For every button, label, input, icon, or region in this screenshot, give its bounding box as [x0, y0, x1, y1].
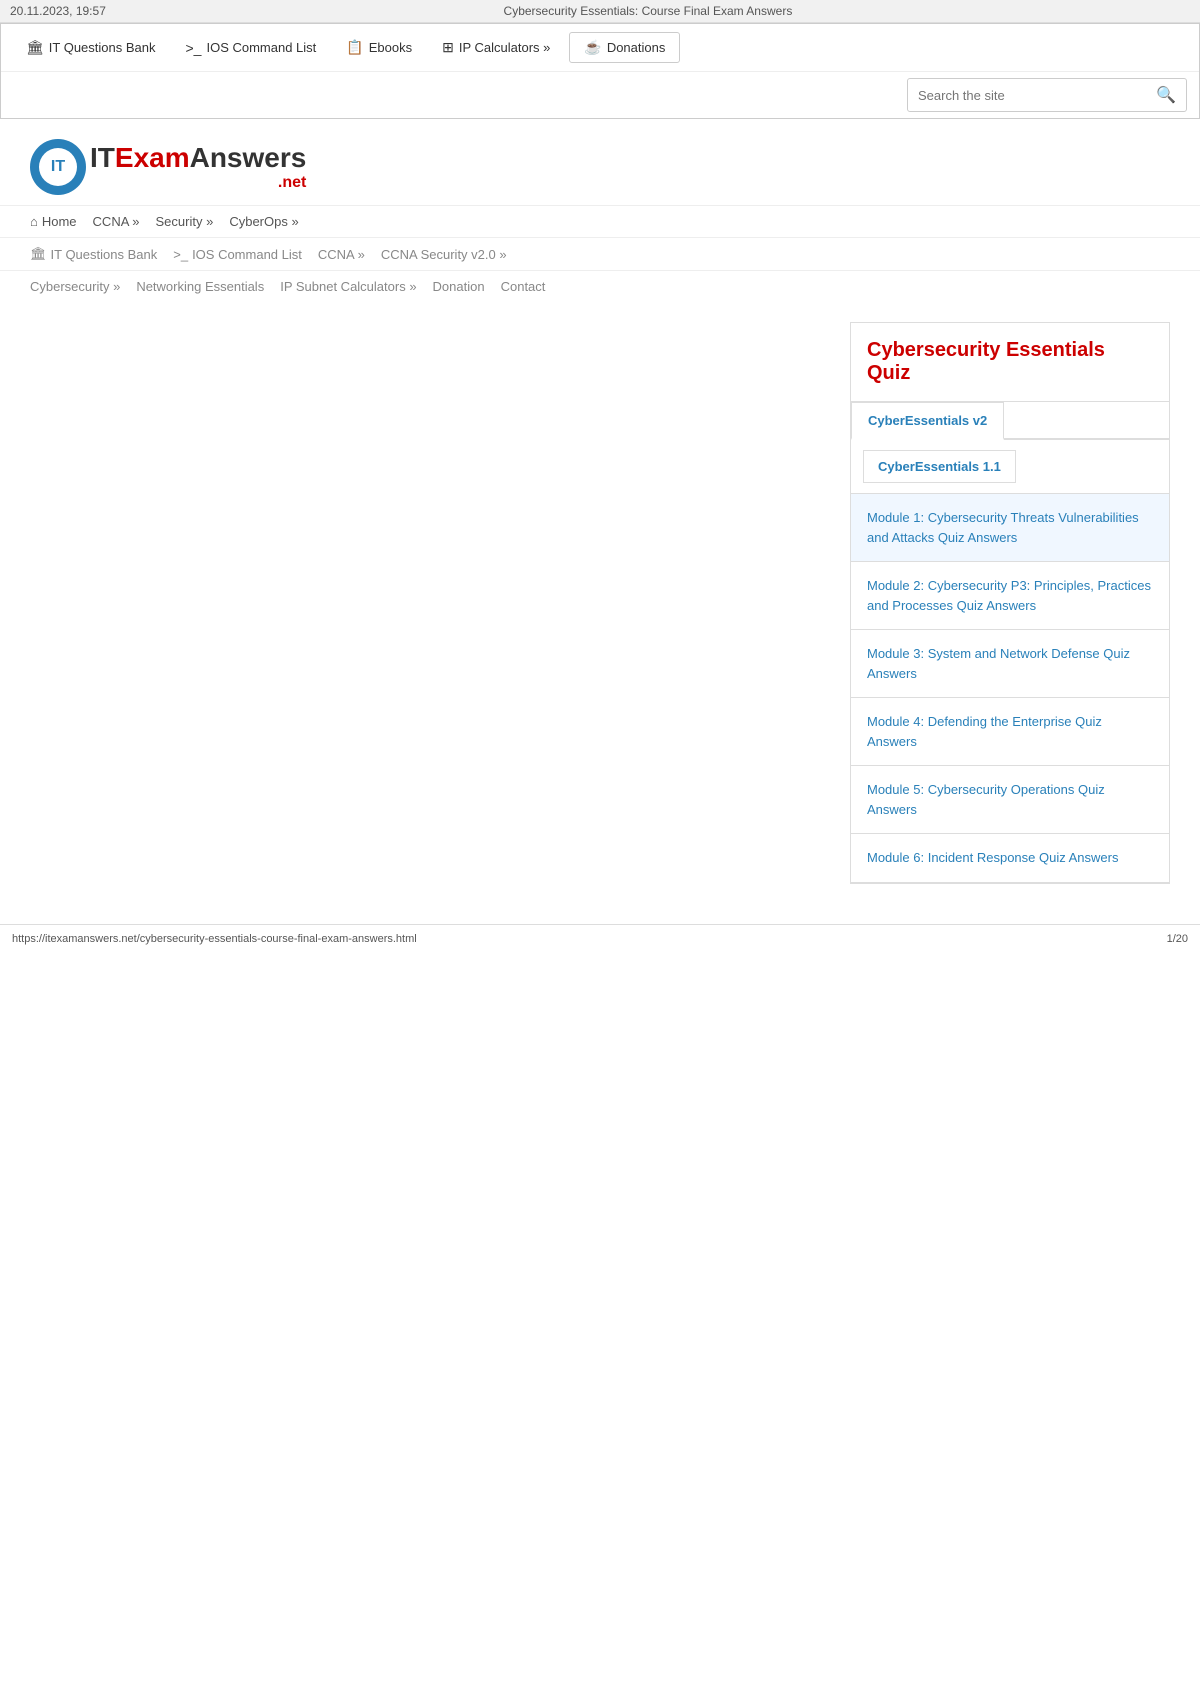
- logo-container: IT IT Exam Answers .net: [30, 139, 1170, 195]
- terminal-icon: >_: [186, 40, 202, 56]
- search-container: 🔍: [907, 78, 1187, 112]
- logo-text-block: IT Exam Answers .net: [90, 142, 306, 192]
- logo-net-row: .net: [90, 174, 306, 192]
- nav-it-questions-bank[interactable]: 🏛 IT Questions Bank: [13, 32, 169, 63]
- nav-label-bank: IT Questions Bank: [49, 40, 156, 55]
- nav-ebooks[interactable]: 📋 Ebooks: [333, 32, 425, 63]
- top-bar: 🏛 IT Questions Bank >_ IOS Command List …: [0, 23, 1200, 119]
- logo-circle: IT: [30, 139, 86, 195]
- nav-contact[interactable]: Contact: [501, 279, 546, 294]
- module-link-3[interactable]: Module 3: System and Network Defense Qui…: [867, 646, 1130, 681]
- logo-area: IT IT Exam Answers .net: [0, 119, 1200, 205]
- nav-home[interactable]: ⌂ Home: [30, 214, 77, 229]
- nav-it-questions[interactable]: 🏛 IT Questions Bank: [30, 246, 157, 262]
- logo-answers-text: Answers: [190, 142, 307, 174]
- browser-timestamp: 20.11.2023, 19:57: [10, 4, 106, 18]
- main-nav-row3: Cybersecurity » Networking Essentials IP…: [0, 270, 1200, 302]
- main-content: Cybersecurity Essentials Quiz CyberEssen…: [0, 302, 1200, 904]
- module-item-5[interactable]: Module 5: Cybersecurity Operations Quiz …: [851, 766, 1169, 834]
- logo-it-text: IT: [90, 142, 115, 174]
- nav-ip-subnet[interactable]: IP Subnet Calculators »: [280, 279, 416, 294]
- left-panel: [30, 322, 830, 884]
- module-item-1[interactable]: Module 1: Cybersecurity Threats Vulnerab…: [851, 494, 1169, 562]
- search-button[interactable]: 🔍: [1146, 79, 1186, 111]
- logo-icon: IT: [30, 139, 86, 195]
- home-icon: ⌂: [30, 214, 38, 229]
- nav-donation[interactable]: Donation: [433, 279, 485, 294]
- top-bar-row1: 🏛 IT Questions Bank >_ IOS Command List …: [1, 24, 1199, 71]
- browser-title: Cybersecurity Essentials: Course Final E…: [504, 4, 793, 18]
- logo-net-text: .net: [278, 174, 306, 191]
- main-nav-row1: ⌂ Home CCNA » Security » CyberOps »: [0, 205, 1200, 237]
- module-list: Module 1: Cybersecurity Threats Vulnerab…: [851, 494, 1169, 883]
- module-item-4[interactable]: Module 4: Defending the Enterprise Quiz …: [851, 698, 1169, 766]
- tab-row: CyberEssentials v2: [851, 402, 1169, 440]
- bank-icon: 🏛: [26, 39, 44, 56]
- nav-cyberops[interactable]: CyberOps »: [229, 214, 298, 229]
- nav-label-donations: Donations: [607, 40, 666, 55]
- module-item-6[interactable]: Module 6: Incident Response Quiz Answers: [851, 834, 1169, 883]
- quiz-widget: Cybersecurity Essentials Quiz CyberEssen…: [850, 322, 1170, 884]
- nav-ios-command[interactable]: >_ IOS Command List: [173, 33, 330, 63]
- footer-url: https://itexamanswers.net/cybersecurity-…: [12, 933, 417, 945]
- module-link-1[interactable]: Module 1: Cybersecurity Threats Vulnerab…: [867, 510, 1139, 545]
- nav-label-ebooks: Ebooks: [369, 40, 412, 55]
- bank-icon-2: 🏛: [30, 246, 47, 262]
- quiz-widget-title: Cybersecurity Essentials Quiz: [851, 323, 1169, 402]
- nav-label-ios: IOS Command List: [206, 40, 316, 55]
- module-link-4[interactable]: Module 4: Defending the Enterprise Quiz …: [867, 714, 1102, 749]
- nav-cybersecurity[interactable]: Cybersecurity »: [30, 279, 120, 294]
- footer-page: 1/20: [1167, 933, 1188, 945]
- nav-ccna-2[interactable]: CCNA »: [318, 247, 365, 262]
- subtab-row: CyberEssentials 1.1: [851, 440, 1169, 494]
- subtab-cyberessentials-11[interactable]: CyberEssentials 1.1: [863, 450, 1016, 483]
- nav-ccna-security[interactable]: CCNA Security v2.0 »: [381, 247, 507, 262]
- top-bar-search-row: 🔍: [1, 71, 1199, 118]
- coffee-icon: ☕: [584, 39, 601, 56]
- nav-security[interactable]: Security »: [156, 214, 214, 229]
- ebook-icon: 📋: [346, 39, 363, 56]
- tab-cyberessentials-v2[interactable]: CyberEssentials v2: [851, 402, 1004, 440]
- browser-chrome: 20.11.2023, 19:57 Cybersecurity Essentia…: [0, 0, 1200, 23]
- module-link-6[interactable]: Module 6: Incident Response Quiz Answers: [867, 850, 1118, 865]
- nav-ip-calculators[interactable]: ⊞ IP Calculators »: [429, 32, 563, 63]
- right-panel: Cybersecurity Essentials Quiz CyberEssen…: [850, 322, 1170, 884]
- module-link-2[interactable]: Module 2: Cybersecurity P3: Principles, …: [867, 578, 1151, 613]
- nav-label-ip: IP Calculators »: [459, 40, 551, 55]
- module-item-2[interactable]: Module 2: Cybersecurity P3: Principles, …: [851, 562, 1169, 630]
- logo-exam-text: Exam: [115, 142, 190, 174]
- main-nav-row2: 🏛 IT Questions Bank >_ IOS Command List …: [0, 237, 1200, 270]
- nav-networking-essentials[interactable]: Networking Essentials: [136, 279, 264, 294]
- nav-ccna[interactable]: CCNA »: [93, 214, 140, 229]
- nav-ios-cmd[interactable]: >_ IOS Command List: [173, 247, 302, 262]
- page-footer: https://itexamanswers.net/cybersecurity-…: [0, 924, 1200, 953]
- module-link-5[interactable]: Module 5: Cybersecurity Operations Quiz …: [867, 782, 1105, 817]
- search-input[interactable]: [908, 82, 1146, 109]
- nav-donations[interactable]: ☕ Donations: [569, 32, 680, 63]
- module-item-3[interactable]: Module 3: System and Network Defense Qui…: [851, 630, 1169, 698]
- grid-icon: ⊞: [442, 39, 454, 56]
- logo-it-inner: IT: [39, 148, 77, 186]
- terminal-icon-2: >_: [173, 247, 188, 262]
